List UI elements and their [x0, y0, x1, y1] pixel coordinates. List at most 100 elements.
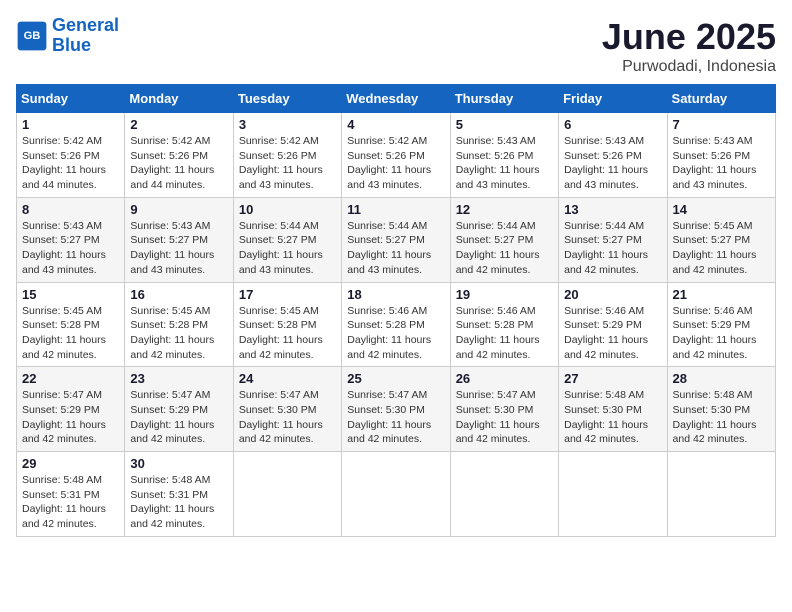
sunrise-label: Sunrise: 5:43 AM	[130, 220, 210, 232]
sunrise-label: Sunrise: 5:47 AM	[130, 389, 210, 401]
calendar-day-cell: 16 Sunrise: 5:45 AM Sunset: 5:28 PM Dayl…	[125, 282, 233, 367]
daylight-label: Daylight: 11 hours	[347, 334, 431, 346]
sunrise-label: Sunrise: 5:47 AM	[347, 389, 427, 401]
day-info: Sunrise: 5:44 AM Sunset: 5:27 PM Dayligh…	[456, 219, 553, 278]
daylight-label: Daylight: 11 hours	[130, 249, 214, 261]
calendar-week-row: 22 Sunrise: 5:47 AM Sunset: 5:29 PM Dayl…	[17, 367, 776, 452]
calendar-day-cell: 12 Sunrise: 5:44 AM Sunset: 5:27 PM Dayl…	[450, 197, 558, 282]
day-info: Sunrise: 5:43 AM Sunset: 5:26 PM Dayligh…	[564, 134, 661, 193]
calendar-day-cell: 11 Sunrise: 5:44 AM Sunset: 5:27 PM Dayl…	[342, 197, 450, 282]
day-number: 22	[22, 371, 119, 386]
day-info: Sunrise: 5:44 AM Sunset: 5:27 PM Dayligh…	[347, 219, 444, 278]
daylight-label: Daylight: 11 hours	[456, 164, 540, 176]
day-number: 8	[22, 202, 119, 217]
calendar-week-row: 15 Sunrise: 5:45 AM Sunset: 5:28 PM Dayl…	[17, 282, 776, 367]
sunrise-label: Sunrise: 5:43 AM	[673, 135, 753, 147]
sunset-label: Sunset: 5:27 PM	[130, 234, 208, 246]
daylight-label: Daylight: 11 hours	[239, 334, 323, 346]
calendar-week-row: 8 Sunrise: 5:43 AM Sunset: 5:27 PM Dayli…	[17, 197, 776, 282]
sunrise-label: Sunrise: 5:45 AM	[22, 305, 102, 317]
daylight-minutes: and 43 minutes.	[564, 179, 639, 191]
calendar-day-cell: 22 Sunrise: 5:47 AM Sunset: 5:29 PM Dayl…	[17, 367, 125, 452]
sunrise-label: Sunrise: 5:46 AM	[564, 305, 644, 317]
sunset-label: Sunset: 5:28 PM	[456, 319, 534, 331]
calendar-day-cell	[450, 452, 558, 537]
daylight-minutes: and 42 minutes.	[673, 264, 748, 276]
day-info: Sunrise: 5:42 AM Sunset: 5:26 PM Dayligh…	[130, 134, 227, 193]
sunset-label: Sunset: 5:27 PM	[456, 234, 534, 246]
daylight-label: Daylight: 11 hours	[22, 334, 106, 346]
sunrise-label: Sunrise: 5:43 AM	[456, 135, 536, 147]
weekday-header-cell: Friday	[559, 85, 667, 113]
calendar-body: 1 Sunrise: 5:42 AM Sunset: 5:26 PM Dayli…	[17, 113, 776, 537]
sunset-label: Sunset: 5:28 PM	[130, 319, 208, 331]
daylight-minutes: and 42 minutes.	[239, 433, 314, 445]
calendar-day-cell: 15 Sunrise: 5:45 AM Sunset: 5:28 PM Dayl…	[17, 282, 125, 367]
sunrise-label: Sunrise: 5:48 AM	[673, 389, 753, 401]
day-number: 9	[130, 202, 227, 217]
sunset-label: Sunset: 5:27 PM	[673, 234, 751, 246]
sunset-label: Sunset: 5:28 PM	[347, 319, 425, 331]
daylight-minutes: and 42 minutes.	[456, 349, 531, 361]
weekday-header-cell: Monday	[125, 85, 233, 113]
sunrise-label: Sunrise: 5:44 AM	[456, 220, 536, 232]
daylight-minutes: and 43 minutes.	[22, 264, 97, 276]
day-number: 5	[456, 117, 553, 132]
sunset-label: Sunset: 5:27 PM	[564, 234, 642, 246]
day-number: 19	[456, 287, 553, 302]
daylight-label: Daylight: 11 hours	[130, 419, 214, 431]
calendar-day-cell: 10 Sunrise: 5:44 AM Sunset: 5:27 PM Dayl…	[233, 197, 341, 282]
sunset-label: Sunset: 5:30 PM	[673, 404, 751, 416]
day-number: 30	[130, 456, 227, 471]
day-number: 7	[673, 117, 770, 132]
sunrise-label: Sunrise: 5:42 AM	[130, 135, 210, 147]
calendar-day-cell: 4 Sunrise: 5:42 AM Sunset: 5:26 PM Dayli…	[342, 113, 450, 198]
day-number: 14	[673, 202, 770, 217]
daylight-minutes: and 43 minutes.	[130, 264, 205, 276]
calendar-day-cell: 3 Sunrise: 5:42 AM Sunset: 5:26 PM Dayli…	[233, 113, 341, 198]
weekday-header-cell: Thursday	[450, 85, 558, 113]
sunrise-label: Sunrise: 5:42 AM	[347, 135, 427, 147]
calendar-day-cell: 29 Sunrise: 5:48 AM Sunset: 5:31 PM Dayl…	[17, 452, 125, 537]
day-info: Sunrise: 5:43 AM Sunset: 5:26 PM Dayligh…	[456, 134, 553, 193]
day-number: 28	[673, 371, 770, 386]
calendar-day-cell: 1 Sunrise: 5:42 AM Sunset: 5:26 PM Dayli…	[17, 113, 125, 198]
daylight-minutes: and 42 minutes.	[22, 433, 97, 445]
daylight-minutes: and 42 minutes.	[564, 349, 639, 361]
logo: GB General Blue	[16, 16, 119, 56]
calendar-day-cell: 24 Sunrise: 5:47 AM Sunset: 5:30 PM Dayl…	[233, 367, 341, 452]
day-info: Sunrise: 5:45 AM Sunset: 5:28 PM Dayligh…	[130, 304, 227, 363]
sunset-label: Sunset: 5:29 PM	[130, 404, 208, 416]
day-number: 13	[564, 202, 661, 217]
sunset-label: Sunset: 5:26 PM	[347, 150, 425, 162]
sunset-label: Sunset: 5:30 PM	[239, 404, 317, 416]
calendar-day-cell: 5 Sunrise: 5:43 AM Sunset: 5:26 PM Dayli…	[450, 113, 558, 198]
day-number: 10	[239, 202, 336, 217]
weekday-header-cell: Sunday	[17, 85, 125, 113]
sunrise-label: Sunrise: 5:43 AM	[22, 220, 102, 232]
day-info: Sunrise: 5:48 AM Sunset: 5:30 PM Dayligh…	[564, 388, 661, 447]
day-number: 1	[22, 117, 119, 132]
daylight-minutes: and 42 minutes.	[22, 518, 97, 530]
sunrise-label: Sunrise: 5:48 AM	[564, 389, 644, 401]
calendar-day-cell: 25 Sunrise: 5:47 AM Sunset: 5:30 PM Dayl…	[342, 367, 450, 452]
sunrise-label: Sunrise: 5:48 AM	[130, 474, 210, 486]
day-number: 6	[564, 117, 661, 132]
sunset-label: Sunset: 5:31 PM	[22, 489, 100, 501]
day-info: Sunrise: 5:45 AM Sunset: 5:28 PM Dayligh…	[22, 304, 119, 363]
calendar-day-cell: 28 Sunrise: 5:48 AM Sunset: 5:30 PM Dayl…	[667, 367, 775, 452]
sunset-label: Sunset: 5:28 PM	[239, 319, 317, 331]
day-number: 4	[347, 117, 444, 132]
daylight-label: Daylight: 11 hours	[239, 419, 323, 431]
daylight-label: Daylight: 11 hours	[564, 249, 648, 261]
daylight-label: Daylight: 11 hours	[239, 164, 323, 176]
daylight-minutes: and 43 minutes.	[347, 179, 422, 191]
sunrise-label: Sunrise: 5:45 AM	[673, 220, 753, 232]
day-info: Sunrise: 5:48 AM Sunset: 5:31 PM Dayligh…	[130, 473, 227, 532]
daylight-label: Daylight: 11 hours	[456, 334, 540, 346]
sunset-label: Sunset: 5:26 PM	[564, 150, 642, 162]
daylight-minutes: and 42 minutes.	[564, 433, 639, 445]
daylight-minutes: and 43 minutes.	[239, 179, 314, 191]
daylight-label: Daylight: 11 hours	[673, 419, 757, 431]
sunset-label: Sunset: 5:30 PM	[564, 404, 642, 416]
